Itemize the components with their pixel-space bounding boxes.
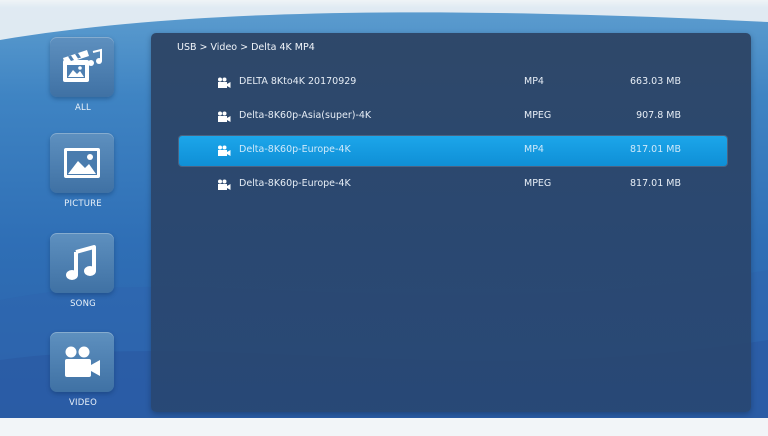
file-name: DELTA 8Kto4K 20170929 — [239, 76, 357, 87]
song-tile[interactable] — [50, 233, 114, 293]
file-browser-panel: USB > Video > Delta 4K MP4 DELTA 8Kto4K … — [151, 33, 751, 412]
video-camera-icon — [65, 346, 100, 377]
file-type: MPEG — [524, 110, 552, 121]
nav-label-song: SONG — [70, 299, 96, 309]
picture-tile[interactable] — [50, 133, 114, 193]
file-name: Delta-8K60p-Asia(super)-4K — [239, 110, 372, 121]
file-name: Delta-8K60p-Europe-4K — [239, 144, 351, 155]
media-browser-screen: ALL PICTURE SONG VIDEO USB > Video > Del… — [0, 0, 768, 436]
music-note-icon — [66, 245, 96, 280]
video-file-icon — [218, 77, 231, 88]
file-type: MP4 — [524, 76, 544, 87]
breadcrumb: USB > Video > Delta 4K MP4 — [177, 42, 315, 53]
file-size: 663.03 MB — [630, 76, 681, 87]
all-tile[interactable] — [50, 37, 114, 97]
file-type: MPEG — [524, 178, 552, 189]
file-size: 817.01 MB — [630, 178, 681, 189]
video-file-icon — [218, 145, 231, 156]
file-row[interactable]: Delta-8K60p-Asia(super)-4K MPEG 907.8 MB — [179, 102, 727, 132]
video-file-icon — [218, 179, 231, 190]
video-tile[interactable] — [50, 332, 114, 392]
video-file-icon — [218, 111, 231, 122]
nav-item-song[interactable]: SONG — [50, 233, 116, 309]
file-row-selected[interactable]: Delta-8K60p-Europe-4K MP4 817.01 MB — [179, 136, 727, 166]
media-all-icon — [63, 48, 102, 82]
nav-item-picture[interactable]: PICTURE — [50, 133, 116, 209]
nav-label-all: ALL — [75, 103, 91, 113]
file-size: 817.01 MB — [630, 144, 681, 155]
file-list: DELTA 8Kto4K 20170929 MP4 663.03 MB Delt… — [179, 68, 727, 204]
file-name: Delta-8K60p-Europe-4K — [239, 178, 351, 189]
nav-label-video: VIDEO — [69, 398, 97, 408]
category-sidebar: ALL PICTURE SONG VIDEO — [0, 0, 150, 436]
file-size: 907.8 MB — [636, 110, 681, 121]
nav-label-picture: PICTURE — [64, 199, 102, 209]
picture-icon — [64, 148, 100, 178]
file-type: MP4 — [524, 144, 544, 155]
nav-item-all[interactable]: ALL — [50, 37, 116, 113]
bottom-bar — [0, 418, 768, 436]
file-row[interactable]: DELTA 8Kto4K 20170929 MP4 663.03 MB — [179, 68, 727, 98]
nav-item-video[interactable]: VIDEO — [50, 332, 116, 408]
file-row[interactable]: Delta-8K60p-Europe-4K MPEG 817.01 MB — [179, 170, 727, 200]
